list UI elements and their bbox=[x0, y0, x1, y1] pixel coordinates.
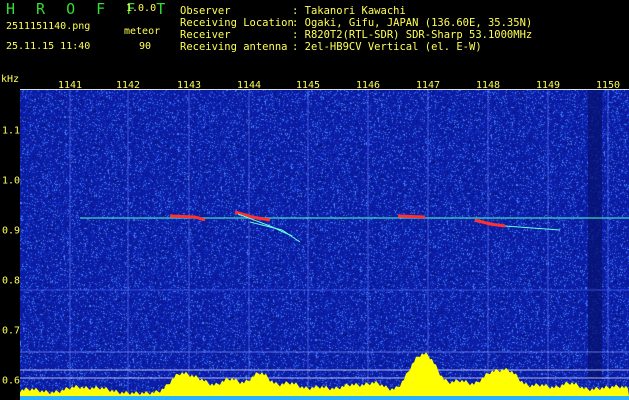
interference-band bbox=[588, 90, 602, 380]
app-version: 1.0.0 bbox=[126, 3, 157, 14]
freq-label-0-7: 0.7 bbox=[2, 325, 21, 337]
freq-label-0-8: 0.8 bbox=[2, 275, 21, 287]
y-axis-unit: kHz bbox=[1, 74, 20, 85]
location-value: : Ogaki, Gifu, JAPAN (136.60E, 35.35N) bbox=[292, 17, 533, 29]
header-panel: H R O F F T 1.0.0 2511151140.png meteor … bbox=[0, 0, 629, 72]
event-count: 90 bbox=[139, 41, 152, 52]
location-label: Receiving Location bbox=[180, 17, 294, 29]
freq-label-1-1: 1.1 bbox=[2, 125, 21, 137]
hrofft-window: H R O F F T 1.0.0 2511151140.png meteor … bbox=[0, 0, 629, 400]
receiver-label: Receiver bbox=[180, 29, 231, 41]
info-receiver: Receiver : R820T2(RTL-SDR) SDR-Sharp 53.1… bbox=[180, 29, 532, 41]
minute-gridlines bbox=[69, 90, 609, 400]
echo-1148 bbox=[474, 218, 506, 228]
antenna-value: : 2el-HB9CV Vertical (el. E-W) bbox=[292, 41, 482, 53]
echo-1144 bbox=[234, 210, 271, 222]
freq-label-1-0: 1.0 bbox=[2, 175, 21, 187]
spectrogram-overlay bbox=[20, 90, 629, 400]
activity-histogram bbox=[20, 352, 629, 396]
info-observer: Observer : Takanori Kawachi bbox=[180, 5, 406, 17]
observer-label: Observer bbox=[180, 5, 231, 17]
echo-1148-trail bbox=[504, 225, 561, 231]
freq-label-0-6: 0.6 bbox=[2, 375, 21, 387]
echo-1144-trail2 bbox=[249, 221, 301, 243]
date-time: 25.11.15 11:40 bbox=[6, 41, 91, 52]
receiver-value: : R820T2(RTL-SDR) SDR-Sharp 53.1000MHz bbox=[292, 29, 533, 41]
event-type: meteor bbox=[124, 26, 161, 37]
file-name: 2511151140.png bbox=[6, 21, 91, 32]
meteor-echoes bbox=[169, 210, 561, 243]
antenna-label: Receiving antenna bbox=[180, 41, 288, 53]
info-location: Receiving Location: Ogaki, Gifu, JAPAN (… bbox=[180, 17, 532, 29]
info-antenna: Receiving antenna : 2el-HB9CV Vertical (e… bbox=[180, 41, 482, 53]
spectrogram-plot bbox=[20, 90, 629, 400]
bottom-cyan-strip bbox=[20, 396, 629, 400]
observer-value: : Takanori Kawachi bbox=[292, 5, 406, 17]
echo-1147 bbox=[397, 214, 426, 219]
freq-label-0-9: 0.9 bbox=[2, 225, 21, 237]
